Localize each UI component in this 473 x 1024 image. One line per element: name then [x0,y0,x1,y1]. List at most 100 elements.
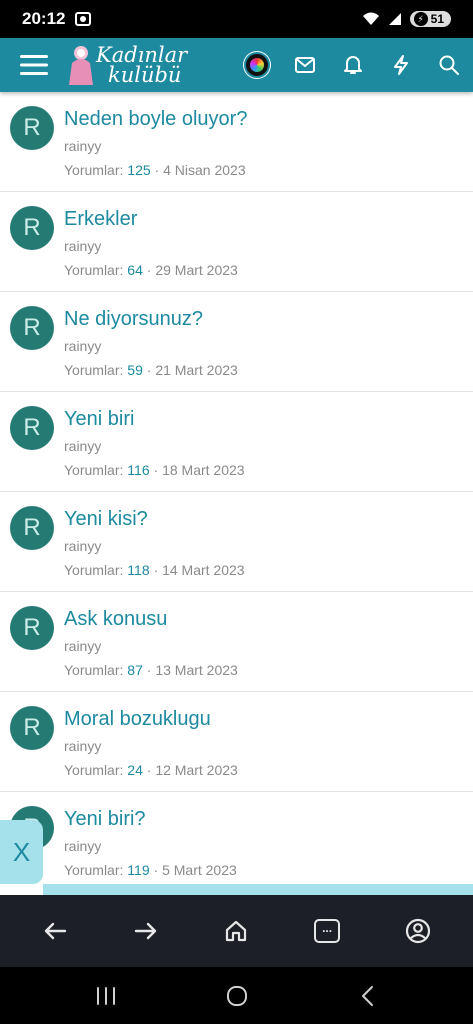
back-button[interactable] [30,906,80,956]
search-button[interactable] [425,38,473,92]
forward-button[interactable] [121,906,171,956]
profile-icon [405,918,430,944]
tabs-icon: ... [314,919,341,943]
status-time: 20:12 [22,9,66,28]
thread-item[interactable]: R Yeni biri? rainyy Yorumlar: 119 · 5 Ma… [0,792,473,884]
thread-meta: Yorumlar: 64 · 29 Mart 2023 [64,262,238,278]
account-button[interactable] [233,38,281,92]
meta-separator: · [146,662,152,678]
reply-count: 59 [127,362,143,378]
thread-meta: Yorumlar: 24 · 12 Mart 2023 [64,762,238,778]
thread-meta: Yorumlar: 87 · 13 Mart 2023 [64,662,238,678]
alerts-button[interactable] [329,38,377,92]
thread-item[interactable]: R Yeni biri rainyy Yorumlar: 116 · 18 Ma… [0,392,473,492]
thread-date[interactable]: 13 Mart 2023 [155,662,238,678]
reply-count: 119 [127,862,150,878]
author-avatar[interactable]: R [10,306,54,350]
author-avatar[interactable]: R [10,606,54,650]
meta-separator: · [153,462,159,478]
status-bar: 20:12 ⚡ 51 [0,0,473,38]
thread-author[interactable]: rainyy [64,738,101,754]
charging-icon: ⚡ [413,12,428,26]
replies-label: Yorumlar: [64,862,124,878]
reply-count: 87 [127,662,143,678]
thread-author[interactable]: rainyy [64,638,101,654]
thread-title[interactable]: Neden boyle oluyor? [64,108,247,131]
thread-item[interactable]: R Erkekler rainyy Yorumlar: 64 · 29 Mart… [0,192,473,292]
mail-icon [295,57,315,73]
screen-record-icon [75,12,92,26]
thread-item[interactable]: R Ask konusu rainyy Yorumlar: 87 · 13 Ma… [0,592,473,692]
thread-list: R Neden boyle oluyor? rainyy Yorumlar: 1… [0,92,473,884]
battery-level: 51 [430,12,444,26]
system-back-button[interactable] [338,971,398,1021]
thread-author[interactable]: rainyy [64,438,101,454]
thread-meta: Yorumlar: 118 · 14 Mart 2023 [64,562,245,578]
replies-label: Yorumlar: [64,462,124,478]
tabs-button[interactable]: ... [302,906,352,956]
thread-date[interactable]: 21 Mart 2023 [155,362,238,378]
menu-button[interactable] [0,38,68,92]
bottom-ad-strip [43,884,473,895]
meta-separator: · [146,362,152,378]
thread-title[interactable]: Yeni kisi? [64,508,148,531]
inbox-button[interactable] [281,38,329,92]
reply-count: 24 [127,762,143,778]
thread-date[interactable]: 5 Mart 2023 [162,862,237,878]
author-avatar[interactable]: R [10,506,54,550]
meta-separator: · [153,862,159,878]
thread-date[interactable]: 12 Mart 2023 [155,762,238,778]
reply-count: 116 [127,462,150,478]
thread-title[interactable]: Erkekler [64,208,137,231]
replies-label: Yorumlar: [64,362,124,378]
home-button[interactable] [211,906,261,956]
thread-item[interactable]: R Neden boyle oluyor? rainyy Yorumlar: 1… [0,92,473,192]
thread-date[interactable]: 29 Mart 2023 [155,262,238,278]
arrow-right-icon [134,922,157,940]
meta-separator: · [146,262,152,278]
thread-title[interactable]: Yeni biri? [64,808,146,831]
logo-line-2: kulübü [108,63,182,87]
home-icon [226,920,247,942]
close-overlay-button[interactable]: X [0,820,43,884]
thread-date[interactable]: 4 Nisan 2023 [163,162,246,178]
author-avatar[interactable]: R [10,206,54,250]
thread-author[interactable]: rainyy [64,838,101,854]
replies-label: Yorumlar: [64,562,124,578]
replies-label: Yorumlar: [64,762,124,778]
thread-item[interactable]: R Moral bozuklugu rainyy Yorumlar: 24 · … [0,692,473,792]
thread-title[interactable]: Yeni biri [64,408,134,431]
thread-meta: Yorumlar: 59 · 21 Mart 2023 [64,362,238,378]
recent-apps-button[interactable] [76,971,136,1021]
menu-icon [20,55,48,75]
thread-date[interactable]: 14 Mart 2023 [162,562,245,578]
system-home-button[interactable] [207,971,267,1021]
arrow-left-icon [45,922,67,940]
app-header: Kadınlar kulübü [0,38,473,92]
profile-button[interactable] [393,906,443,956]
reply-count: 64 [127,262,143,278]
chevron-left-icon [361,985,373,1006]
circle-home-icon [226,985,247,1006]
system-nav-bar [0,967,473,1024]
author-avatar[interactable]: R [10,406,54,450]
thread-title[interactable]: Moral bozuklugu [64,708,211,731]
thread-title[interactable]: Ne diyorsunuz? [64,308,203,331]
browser-nav-bar: ... [0,895,473,967]
battery-indicator: ⚡ 51 [409,11,451,27]
thread-item[interactable]: R Yeni kisi? rainyy Yorumlar: 118 · 14 M… [0,492,473,592]
author-avatar[interactable]: R [10,106,54,150]
thread-title[interactable]: Ask konusu [64,608,167,631]
thread-author[interactable]: rainyy [64,338,101,354]
thread-date[interactable]: 18 Mart 2023 [162,462,245,478]
author-avatar[interactable]: R [10,706,54,750]
thread-author[interactable]: rainyy [64,138,101,154]
thread-author[interactable]: rainyy [64,538,101,554]
thread-item[interactable]: R Ne diyorsunuz? rainyy Yorumlar: 59 · 2… [0,292,473,392]
search-icon [439,55,459,75]
whats-new-button[interactable] [377,38,425,92]
lightning-icon [394,55,408,75]
status-icons: ⚡ 51 [362,11,451,27]
thread-author[interactable]: rainyy [64,238,101,254]
site-logo[interactable]: Kadınlar kulübü [68,43,228,87]
